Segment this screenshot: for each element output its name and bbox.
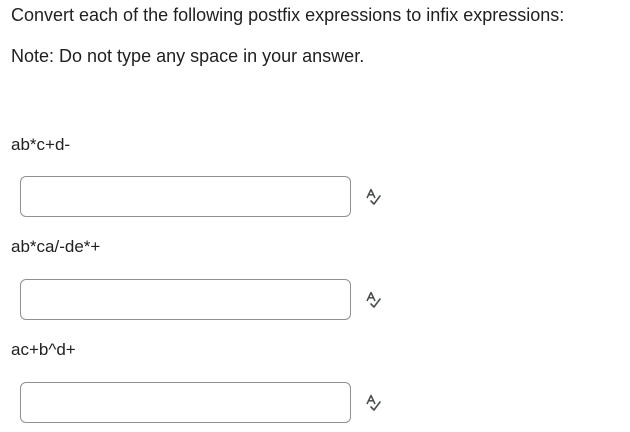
- question-1-answer-input[interactable]: [20, 176, 351, 217]
- instruction-text: Convert each of the following postfix ex…: [11, 5, 565, 25]
- spell-check-icon[interactable]: [364, 188, 382, 206]
- spell-check-icon[interactable]: [364, 394, 382, 412]
- question-1-expression: ab*c+d-: [11, 135, 71, 154]
- question-2-expression: ab*ca/-de*+: [11, 237, 101, 256]
- question-3-expression: ac+b^d+: [11, 340, 76, 359]
- note-text: Note: Do not type any space in your answ…: [11, 46, 365, 66]
- question-3-answer-input[interactable]: [20, 382, 351, 423]
- spell-check-icon[interactable]: [364, 291, 382, 309]
- question-2-answer-input[interactable]: [20, 279, 351, 320]
